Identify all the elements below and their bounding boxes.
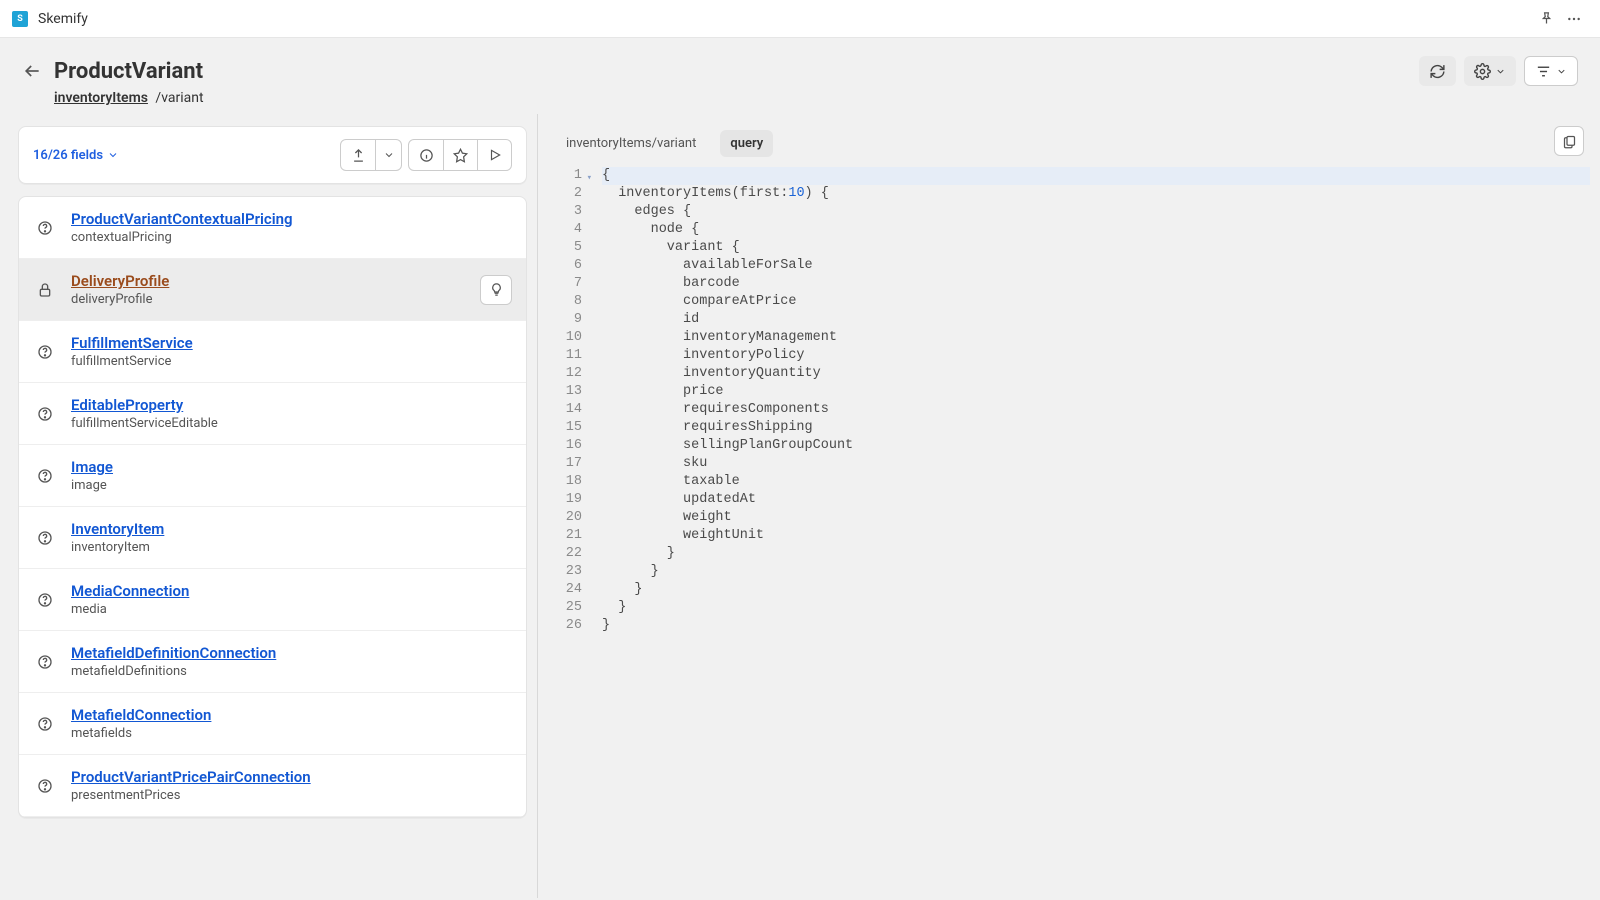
field-row[interactable]: EditableProperty fulfillmentServiceEditab… — [19, 383, 526, 445]
app-icon: S — [12, 11, 28, 27]
field-type-link[interactable]: MetafieldDefinitionConnection — [71, 644, 276, 662]
page-title: ProductVariant — [54, 59, 203, 84]
export-dropdown[interactable] — [375, 140, 401, 170]
field-row[interactable]: Image image — [19, 445, 526, 507]
breadcrumb-tail: /variant — [155, 90, 203, 106]
help-icon — [35, 716, 55, 732]
field-name-label: media — [71, 602, 189, 617]
field-row[interactable]: MetafieldDefinitionConnection metafieldDe… — [19, 631, 526, 693]
help-icon — [35, 592, 55, 608]
fields-list: ProductVariantContextualPricing contextua… — [18, 196, 527, 818]
field-name-label: metafields — [71, 726, 211, 741]
pin-icon[interactable] — [1532, 5, 1560, 33]
copy-button[interactable] — [1554, 126, 1584, 156]
help-icon — [35, 530, 55, 546]
tab-query[interactable]: query — [720, 130, 773, 157]
fields-count-dropdown[interactable]: 16/26 fields — [33, 148, 119, 163]
chevron-down-icon — [107, 149, 119, 161]
field-name-label: presentmentPrices — [71, 788, 311, 803]
field-name-label: image — [71, 478, 113, 493]
field-name-label: fulfillmentServiceEditable — [71, 416, 218, 431]
help-icon — [35, 654, 55, 670]
field-type-link[interactable]: ProductVariantContextualPricing — [71, 210, 293, 228]
field-row[interactable]: MetafieldConnection metafields — [19, 693, 526, 755]
app-name: Skemify — [38, 11, 88, 27]
titlebar: S Skemify — [0, 0, 1600, 38]
help-icon — [35, 778, 55, 794]
help-icon — [35, 468, 55, 484]
field-name-label: fulfillmentService — [71, 354, 193, 369]
field-type-link[interactable]: InventoryItem — [71, 520, 164, 538]
page-header: ProductVariant inventoryItems /variant — [0, 38, 1600, 114]
field-type-link[interactable]: MetafieldConnection — [71, 706, 211, 724]
help-icon — [35, 406, 55, 422]
breadcrumb-link[interactable]: inventoryItems — [54, 90, 148, 106]
back-button[interactable] — [22, 61, 44, 81]
more-icon[interactable] — [1560, 5, 1588, 33]
settings-button[interactable] — [1464, 56, 1516, 86]
tab-path[interactable]: inventoryItems/variant — [556, 130, 706, 157]
field-name-label: contextualPricing — [71, 230, 293, 245]
field-name-label: deliveryProfile — [71, 292, 169, 307]
field-type-link[interactable]: Image — [71, 458, 113, 476]
field-name-label: inventoryItem — [71, 540, 164, 555]
field-type-link[interactable]: FulfillmentService — [71, 334, 193, 352]
field-type-link[interactable]: EditableProperty — [71, 396, 218, 414]
field-row[interactable]: MediaConnection media — [19, 569, 526, 631]
field-row[interactable]: InventoryItem inventoryItem — [19, 507, 526, 569]
breadcrumb: inventoryItems /variant — [22, 90, 1578, 106]
lock-icon — [35, 282, 55, 298]
field-row[interactable]: FulfillmentService fulfillmentService — [19, 321, 526, 383]
help-icon — [35, 220, 55, 236]
field-type-link[interactable]: ProductVariantPricePairConnection — [71, 768, 311, 786]
export-button[interactable] — [341, 140, 375, 170]
field-type-link[interactable]: MediaConnection — [71, 582, 189, 600]
field-row[interactable]: DeliveryProfile deliveryProfile — [19, 259, 526, 321]
code-editor[interactable]: 1▾23456789101112131415161718192021222324… — [556, 167, 1590, 635]
filter-button[interactable] — [1524, 56, 1578, 86]
field-name-label: metafieldDefinitions — [71, 664, 276, 679]
field-row[interactable]: ProductVariantContextualPricing contextua… — [19, 197, 526, 259]
star-button[interactable] — [443, 140, 477, 170]
info-button[interactable] — [409, 140, 443, 170]
run-button[interactable] — [477, 140, 511, 170]
help-icon — [35, 344, 55, 360]
bulb-button[interactable] — [480, 275, 512, 305]
field-type-link[interactable]: DeliveryProfile — [71, 272, 169, 290]
editor-tabs: inventoryItems/variant query — [556, 124, 1590, 167]
refresh-button[interactable] — [1419, 56, 1456, 86]
field-row[interactable]: ProductVariantPricePairConnection present… — [19, 755, 526, 817]
fields-toolbar: 16/26 fields — [18, 126, 527, 184]
fields-count-label: 16/26 fields — [33, 148, 103, 163]
